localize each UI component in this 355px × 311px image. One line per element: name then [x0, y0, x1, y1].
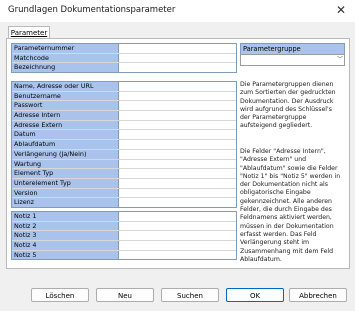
field-label: Version: [12, 188, 119, 198]
field-input[interactable]: [119, 241, 236, 250]
field-row: Wartung: [12, 159, 236, 170]
field-input[interactable]: [119, 111, 236, 120]
documentation-fields-group: Name, Adresse oder URL Benutzername Pass…: [11, 81, 237, 208]
field-row: Datum: [12, 130, 236, 141]
field-label: Notiz 5: [12, 250, 119, 260]
field-input[interactable]: [119, 140, 236, 149]
field-input[interactable]: [119, 82, 236, 91]
notes-fields-group: Notiz 1 Notiz 2 Notiz 3 Notiz 4 Notiz 5: [11, 211, 237, 261]
field-label: Bezeichnung: [12, 63, 119, 73]
field-row: Verlängerung (Ja/Nein): [12, 149, 236, 160]
field-row: Adresse Intern: [12, 111, 236, 121]
field-row: Notiz 4: [12, 241, 236, 251]
field-row: Bezeichnung: [12, 63, 236, 73]
field-input[interactable]: [119, 63, 236, 73]
field-row: Notiz 1: [12, 212, 236, 222]
parametergruppe-select[interactable]: ﹀: [240, 54, 345, 66]
field-row: Notiz 5: [12, 250, 236, 260]
field-input[interactable]: [119, 250, 236, 260]
field-input[interactable]: [119, 44, 236, 53]
field-label: Matchcode: [12, 53, 119, 63]
search-button[interactable]: Suchen: [161, 288, 219, 302]
field-label: Notiz 4: [12, 241, 119, 250]
title-bar: Grundlagen Dokumentationsparameter ✕: [0, 0, 355, 22]
field-label: Adresse Extern: [12, 120, 119, 130]
field-row: Notiz 2: [12, 221, 236, 232]
field-input[interactable]: [119, 53, 236, 63]
field-input[interactable]: [119, 91, 236, 101]
field-row: Ablaufdatum: [12, 140, 236, 150]
field-label: Notiz 2: [12, 221, 119, 231]
field-row: Passwort: [12, 101, 236, 112]
field-input[interactable]: [119, 212, 236, 221]
field-input[interactable]: [119, 130, 236, 140]
delete-button[interactable]: Löschen: [31, 288, 89, 302]
field-row: Element Typ: [12, 169, 236, 179]
field-input[interactable]: [119, 101, 236, 111]
parameter-panel: Parameternummer Matchcode Bezeichnung Na…: [6, 38, 350, 269]
field-row: Version: [12, 188, 236, 199]
close-icon[interactable]: ✕: [336, 3, 346, 17]
field-input[interactable]: [119, 198, 236, 207]
field-label: Passwort: [12, 101, 119, 111]
field-label: Notiz 1: [12, 212, 119, 221]
help-text-groups: Die Parametergruppen dienen zum Sortiert…: [240, 81, 336, 130]
field-label: Lizenz: [12, 198, 119, 207]
window-title: Grundlagen Dokumentationsparameter: [8, 5, 176, 15]
field-input[interactable]: [119, 231, 236, 241]
new-button[interactable]: Neu: [96, 288, 154, 302]
field-input[interactable]: [119, 159, 236, 169]
field-input[interactable]: [119, 149, 236, 159]
field-row: Unterelement Typ: [12, 178, 236, 189]
field-input[interactable]: [119, 178, 236, 188]
field-input[interactable]: [119, 120, 236, 130]
chevron-down-icon[interactable]: ﹀: [337, 55, 343, 65]
field-label: Datum: [12, 130, 119, 140]
field-row: Parameternummer: [12, 44, 236, 54]
field-label: Benutzername: [12, 91, 119, 101]
field-label: Notiz 3: [12, 231, 119, 241]
field-row: Adresse Extern: [12, 120, 236, 131]
field-input[interactable]: [119, 188, 236, 198]
field-label: Wartung: [12, 159, 119, 169]
field-label: Element Typ: [12, 169, 119, 178]
cancel-button[interactable]: Abbrechen: [289, 288, 347, 302]
field-label: Verlängerung (Ja/Nein): [12, 149, 119, 159]
field-label: Name, Adresse oder URL: [12, 82, 119, 91]
field-row: Matchcode: [12, 53, 236, 64]
ok-button[interactable]: OK: [226, 288, 284, 302]
field-label: Adresse Intern: [12, 111, 119, 120]
tab-label: Parameter: [10, 29, 48, 37]
field-row: Notiz 3: [12, 231, 236, 242]
field-label: Unterelement Typ: [12, 178, 119, 188]
field-label: Parameternummer: [12, 44, 119, 53]
field-row: Lizenz: [12, 198, 236, 207]
field-row: Name, Adresse oder URL: [12, 82, 236, 92]
field-input[interactable]: [119, 169, 236, 178]
field-row: Benutzername: [12, 91, 236, 102]
help-text-fields: Die Felder "Adresse Intern", "Adresse Ex…: [240, 148, 341, 263]
field-input[interactable]: [119, 221, 236, 231]
header-fields-group: Parameternummer Matchcode Bezeichnung: [11, 43, 237, 74]
field-label: Ablaufdatum: [12, 140, 119, 149]
